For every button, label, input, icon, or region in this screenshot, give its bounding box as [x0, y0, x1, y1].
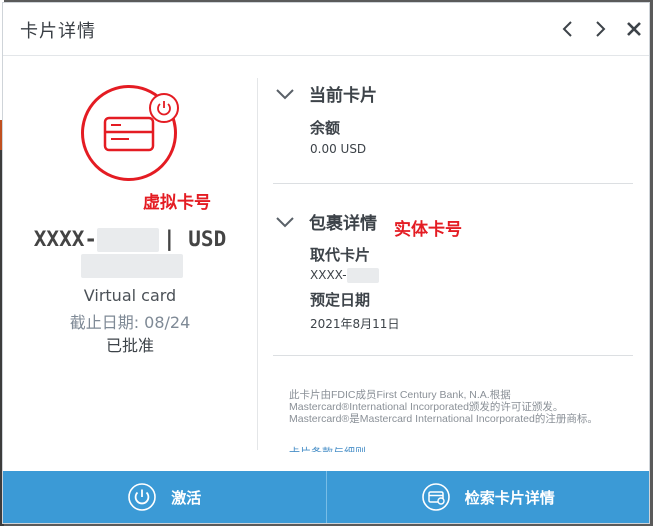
- modal-header: 卡片详情: [3, 3, 649, 56]
- card-details-modal: 卡片详情 虚拟卡号 XXXX-0000| USD Virtual card 截止…: [2, 2, 650, 524]
- chevron-down-icon: [276, 88, 294, 99]
- activate-label: 激活: [171, 488, 202, 507]
- package-section-toggle[interactable]: 包裹详情: [275, 209, 377, 234]
- replace-card-masked: 0000: [346, 268, 379, 283]
- current-card-title: 当前卡片: [309, 86, 377, 106]
- card-currency: | USD: [163, 227, 227, 251]
- balance-value: 0.00 USD: [310, 142, 367, 156]
- card-holder-masked: [81, 254, 183, 278]
- replace-card-prefix: XXXX-: [310, 268, 347, 282]
- retrieve-card-details-button[interactable]: 检索卡片详情: [325, 471, 650, 523]
- section-divider: [273, 183, 633, 184]
- retrieve-card-details-label: 检索卡片详情: [464, 488, 555, 507]
- physical-card-annotation: 实体卡号: [394, 220, 462, 240]
- chevron-right-icon[interactable]: [589, 18, 611, 40]
- balance-label: 余额: [310, 119, 341, 137]
- replace-card-label: 取代卡片: [310, 246, 371, 264]
- eta-value: 2021年8月11日: [310, 317, 400, 331]
- terms-link[interactable]: 卡片条款与细则: [289, 444, 366, 452]
- legal-disclaimer: 此卡片由FDIC成员First Century Bank, N.A.根据Mast…: [289, 389, 598, 425]
- modal-footer: 激活 检索卡片详情: [3, 471, 649, 523]
- modal-title: 卡片详情: [20, 21, 96, 42]
- card-details-icon: [421, 483, 450, 511]
- card-type: Virtual card: [83, 286, 177, 305]
- eta-label: 预定日期: [310, 291, 371, 309]
- card-number: XXXX-0000| USD: [3, 227, 257, 252]
- column-divider: [257, 78, 258, 450]
- card-status: 已批准: [105, 336, 154, 355]
- activate-button[interactable]: 激活: [3, 471, 326, 523]
- card-number-masked: 0000: [97, 228, 159, 252]
- virtual-card-annotation: 虚拟卡号: [143, 193, 211, 213]
- chevron-left-icon[interactable]: [557, 18, 579, 40]
- current-card-section-toggle[interactable]: 当前卡片: [275, 81, 377, 106]
- chevron-down-icon: [276, 216, 294, 227]
- card-number-prefix: XXXX-: [33, 227, 97, 251]
- card-expiry: 截止日期: 08/24: [69, 313, 191, 332]
- package-title: 包裹详情: [309, 214, 377, 234]
- close-icon[interactable]: [623, 18, 645, 40]
- replace-card-number: XXXX-0000: [310, 268, 379, 283]
- power-icon: [149, 93, 179, 123]
- power-icon: [128, 483, 157, 511]
- section-divider: [273, 355, 633, 356]
